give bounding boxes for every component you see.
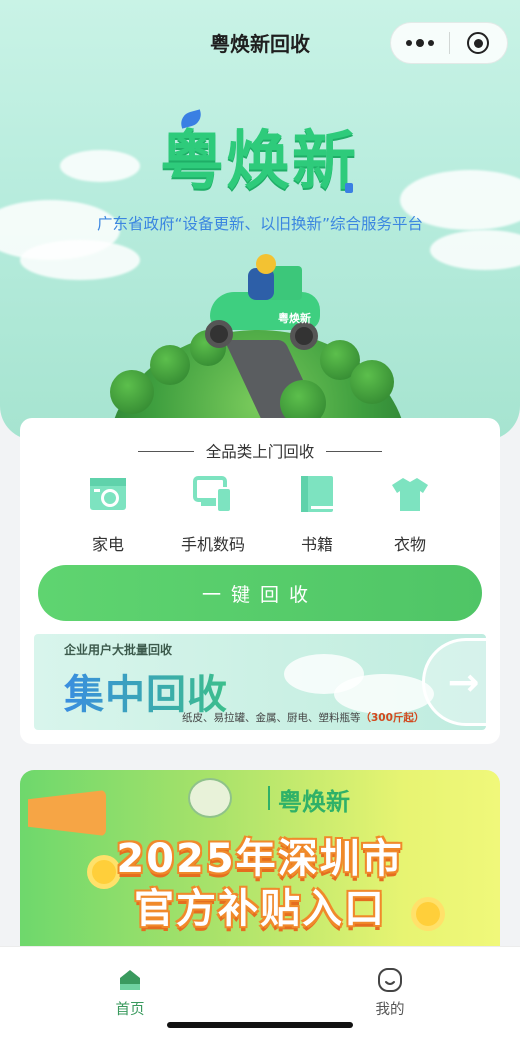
cloud [60,150,140,182]
tab-label: 我的 [375,1002,405,1018]
close-miniprogram-icon[interactable] [449,32,507,54]
divider [326,450,383,452]
miniprogram-capsule [390,22,508,64]
divider [268,786,270,810]
book-icon [297,474,337,514]
scooter-wheel [205,320,233,348]
cloud [430,230,520,270]
brand-logo: 粤焕新 [160,125,358,199]
tab-home[interactable]: 首页 [70,967,190,1019]
bulk-recycle-banner[interactable]: 企业用户大批量回收 集中回收 纸皮、易拉罐、金属、厨电、塑料瓶等（300斤起） … [34,634,486,730]
clothes-icon [390,474,430,514]
arrow-glyph: → [447,660,480,704]
banner-line-2: 官方补贴入口 [134,886,386,932]
category-label: 手机数码 [180,535,245,554]
home-indicator[interactable] [167,1022,353,1028]
one-key-recycle-button[interactable]: 一键回收 [38,565,482,621]
home-icon [117,967,143,993]
phone-digital-icon [193,474,233,514]
divider [137,450,194,452]
more-icon[interactable] [391,38,449,47]
recycle-card: 全品类上门回收 家电 手机数码 书籍 衣物 一键回收 企业用户大批量回收 集中回… [20,418,500,744]
card-title: 全品类上门回收 [205,443,315,461]
category-clothes[interactable]: 衣物 [365,474,455,555]
category-phone-digital[interactable]: 手机数码 [168,474,258,555]
subsidy-banner[interactable]: 粤焕新 2025年深圳市 官方补贴入口 [20,770,500,960]
scooter-wheel [290,322,318,350]
scooter-logo-text: 粤焕新 [278,312,311,325]
banner-brand: 粤焕新 [278,788,350,816]
category-label: 家电 [91,535,124,554]
logo-dot [345,183,353,193]
rider-helmet [256,254,276,274]
hero-banner: 粤焕新 粤焕新回收 粤焕新 广东省政府“设备更新、以旧换新”综合服务平台 [0,0,520,440]
category-appliance[interactable]: 家电 [63,474,153,555]
tree [150,345,190,385]
recycle-badge-icon [188,778,232,818]
category-book[interactable]: 书籍 [272,474,362,555]
bulk-items: 纸皮、易拉罐、金属、厨电、塑料瓶等 [182,712,361,724]
cloud [20,240,140,280]
card-header: 全品类上门回收 [20,440,500,462]
appliance-icon [88,474,128,514]
tab-label: 首页 [115,1002,145,1018]
bulk-subtitle: 企业用户大批量回收 [64,643,173,657]
platform-subtitle: 广东省政府“设备更新、以旧换新”综合服务平台 [96,215,424,233]
cloud [334,674,434,714]
profile-icon [377,967,403,993]
tree [350,360,394,404]
category-label: 书籍 [300,535,333,554]
category-label: 衣物 [393,535,426,554]
tab-profile[interactable]: 我的 [330,967,450,1019]
arrow-right-icon[interactable]: → [422,638,486,726]
tree [110,370,154,414]
bulk-minimum: （300斤起） [360,712,425,724]
bulk-description: 纸皮、易拉罐、金属、厨电、塑料瓶等（300斤起） [182,710,424,725]
